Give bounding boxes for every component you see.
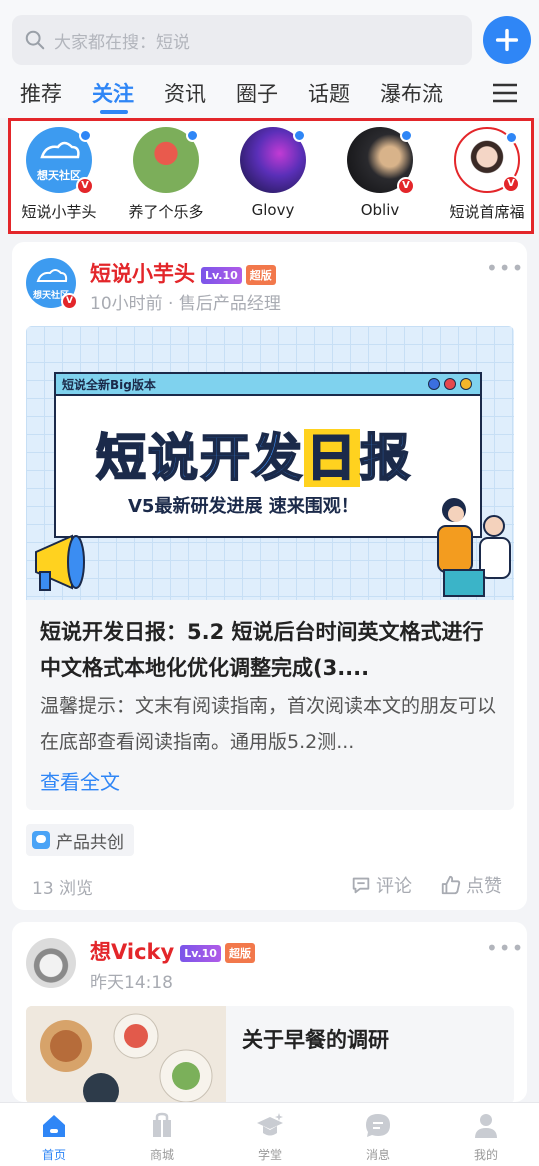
tab-news[interactable]: 资讯: [164, 78, 206, 108]
comment-label: 评论: [376, 876, 412, 897]
article-preview[interactable]: 短说全新Big版本 短说开发日报 V5最新研发进展 速来围观！ 短说开发日报：5…: [26, 326, 514, 810]
post-meta: 10小时前 · 售后产品经理: [90, 294, 281, 314]
banner-subtitle: V5最新研发进展 速来围观！: [128, 496, 359, 517]
nav-profile[interactable]: 我的: [456, 1111, 516, 1163]
author-name: 想Vicky: [90, 940, 175, 964]
nav-academy[interactable]: 学堂: [240, 1111, 300, 1163]
tab-following[interactable]: 关注: [92, 78, 134, 108]
nav-home[interactable]: 首页: [24, 1111, 84, 1163]
plus-icon: [495, 28, 519, 52]
bottom-navigation: 首页 商城 学堂 消息 我的: [0, 1102, 539, 1166]
update-dot-icon: [79, 129, 92, 142]
view-count: 13 浏览: [32, 879, 94, 899]
like-label: 点赞: [466, 876, 502, 897]
post-excerpt: 温馨提示：文末有阅读指南，首次阅读本文的朋友可以在底部查看阅读指南。通用版5.2…: [40, 695, 497, 753]
banner-window-bar: 短说全新Big版本: [56, 374, 480, 396]
menu-icon[interactable]: [492, 82, 518, 104]
avatar: V: [347, 127, 415, 195]
window-dots-icon: [428, 378, 472, 390]
thumbs-up-icon: [441, 875, 461, 895]
tab-recommend[interactable]: 推荐: [20, 78, 62, 108]
avatar[interactable]: 想天社区 V: [26, 258, 78, 310]
more-options-icon[interactable]: •••: [486, 936, 524, 960]
people-illustration-icon: [437, 498, 511, 597]
update-dot-icon: [293, 129, 306, 142]
nav-label: 首页: [41, 1148, 66, 1162]
post-title[interactable]: 关于早餐的调研: [242, 1024, 389, 1054]
update-dot-icon: [505, 131, 518, 144]
shopping-bag-icon: [153, 1112, 171, 1137]
post-card[interactable]: 想天社区 V 短说小芋头 Lv.10 超版 10小时前 · 售后产品经理 ••• 短…: [12, 242, 527, 910]
active-tab-indicator: [100, 110, 128, 114]
message-bubble-icon: [366, 1114, 390, 1137]
comment-icon: [352, 877, 370, 894]
banner-title: 短说开发日报: [95, 428, 412, 488]
like-button[interactable]: 点赞: [440, 872, 502, 898]
avatar: 想天社区 V: [26, 127, 94, 195]
following-user-name: 短说小芋头: [21, 203, 97, 221]
following-user[interactable]: V 短说首席福: [435, 127, 539, 222]
nav-label: 学堂: [257, 1148, 282, 1162]
role-badge: 超版: [245, 265, 276, 285]
post-meta: 昨天14:18: [90, 973, 173, 993]
tab-circles[interactable]: 圈子: [236, 78, 278, 108]
avatar[interactable]: [26, 938, 76, 988]
top-header: 大家都在搜：短说 推荐 关注 资讯 圈子 话题 瀑布流: [0, 0, 539, 118]
verified-icon: V: [397, 177, 415, 195]
avatar: V: [454, 127, 520, 193]
user-icon: [475, 1114, 497, 1138]
verified-icon: V: [61, 293, 78, 310]
search-placeholder: 大家都在搜：短说: [54, 32, 190, 53]
tab-waterfall[interactable]: 瀑布流: [380, 78, 443, 108]
following-user-name: Obliv: [360, 201, 400, 219]
home-icon: [43, 1115, 65, 1137]
following-user-name: 养了个乐多: [128, 203, 204, 221]
category-tabs: 推荐 关注 资讯 圈子 话题 瀑布流: [0, 74, 539, 114]
add-post-button[interactable]: [483, 16, 531, 64]
role-badge: 超版: [224, 943, 255, 963]
article-preview[interactable]: 关于早餐的调研: [26, 1006, 514, 1104]
read-more-link[interactable]: 查看全文: [40, 766, 120, 795]
post-author[interactable]: 想Vicky Lv.10 超版: [90, 936, 255, 966]
circle-tag-label: 产品共创: [56, 832, 124, 853]
search-icon: [24, 29, 46, 51]
graduation-cap-icon: [257, 1113, 283, 1136]
avatar: [133, 127, 199, 193]
following-user[interactable]: 想天社区 V 短说小芋头: [7, 127, 111, 222]
nav-messages[interactable]: 消息: [348, 1111, 408, 1163]
nav-label: 消息: [365, 1148, 390, 1162]
following-user-name: Glovy: [251, 201, 295, 219]
author-name: 短说小芋头: [90, 262, 195, 286]
article-banner-image: 短说全新Big版本 短说开发日报 V5最新研发进展 速来围观！: [26, 326, 514, 600]
nav-shop[interactable]: 商城: [132, 1111, 192, 1163]
level-badge: Lv.10: [180, 944, 221, 962]
post-title[interactable]: 短说开发日报：5.2 短说后台时间英文格式进行中文格式本地化优化调整完成(3..…: [40, 614, 502, 686]
more-options-icon[interactable]: •••: [486, 256, 524, 280]
search-bar[interactable]: 大家都在搜：短说: [12, 15, 472, 65]
avatar: [240, 127, 306, 193]
tab-topics[interactable]: 话题: [308, 78, 350, 108]
following-user[interactable]: V Obliv: [328, 127, 432, 219]
following-user[interactable]: 养了个乐多: [114, 127, 218, 222]
nav-label: 商城: [149, 1148, 174, 1162]
article-thumbnail: [26, 1006, 226, 1104]
chat-bubble-icon: [32, 831, 50, 849]
megaphone-icon: [35, 534, 85, 591]
verified-icon: V: [502, 175, 520, 193]
comment-button[interactable]: 评论: [350, 872, 412, 898]
verified-icon: V: [76, 177, 94, 195]
following-users-strip: 想天社区 V 短说小芋头 养了个乐多 Glovy V Obliv V 短说首席福: [8, 118, 534, 234]
svg-text:想天社区: 想天社区: [36, 168, 81, 182]
circle-tag[interactable]: 产品共创: [26, 824, 134, 856]
following-user[interactable]: Glovy: [221, 127, 325, 219]
post-card[interactable]: 想Vicky Lv.10 超版 昨天14:18 ••• 关于早餐的调研: [12, 922, 527, 1104]
post-author[interactable]: 短说小芋头 Lv.10 超版: [90, 258, 276, 288]
following-user-name: 短说首席福: [449, 203, 525, 221]
update-dot-icon: [400, 129, 413, 142]
nav-label: 我的: [473, 1148, 498, 1162]
level-badge: Lv.10: [201, 266, 242, 284]
update-dot-icon: [186, 129, 199, 142]
banner-window: 短说全新Big版本 短说开发日报 V5最新研发进展 速来围观！: [54, 372, 482, 538]
